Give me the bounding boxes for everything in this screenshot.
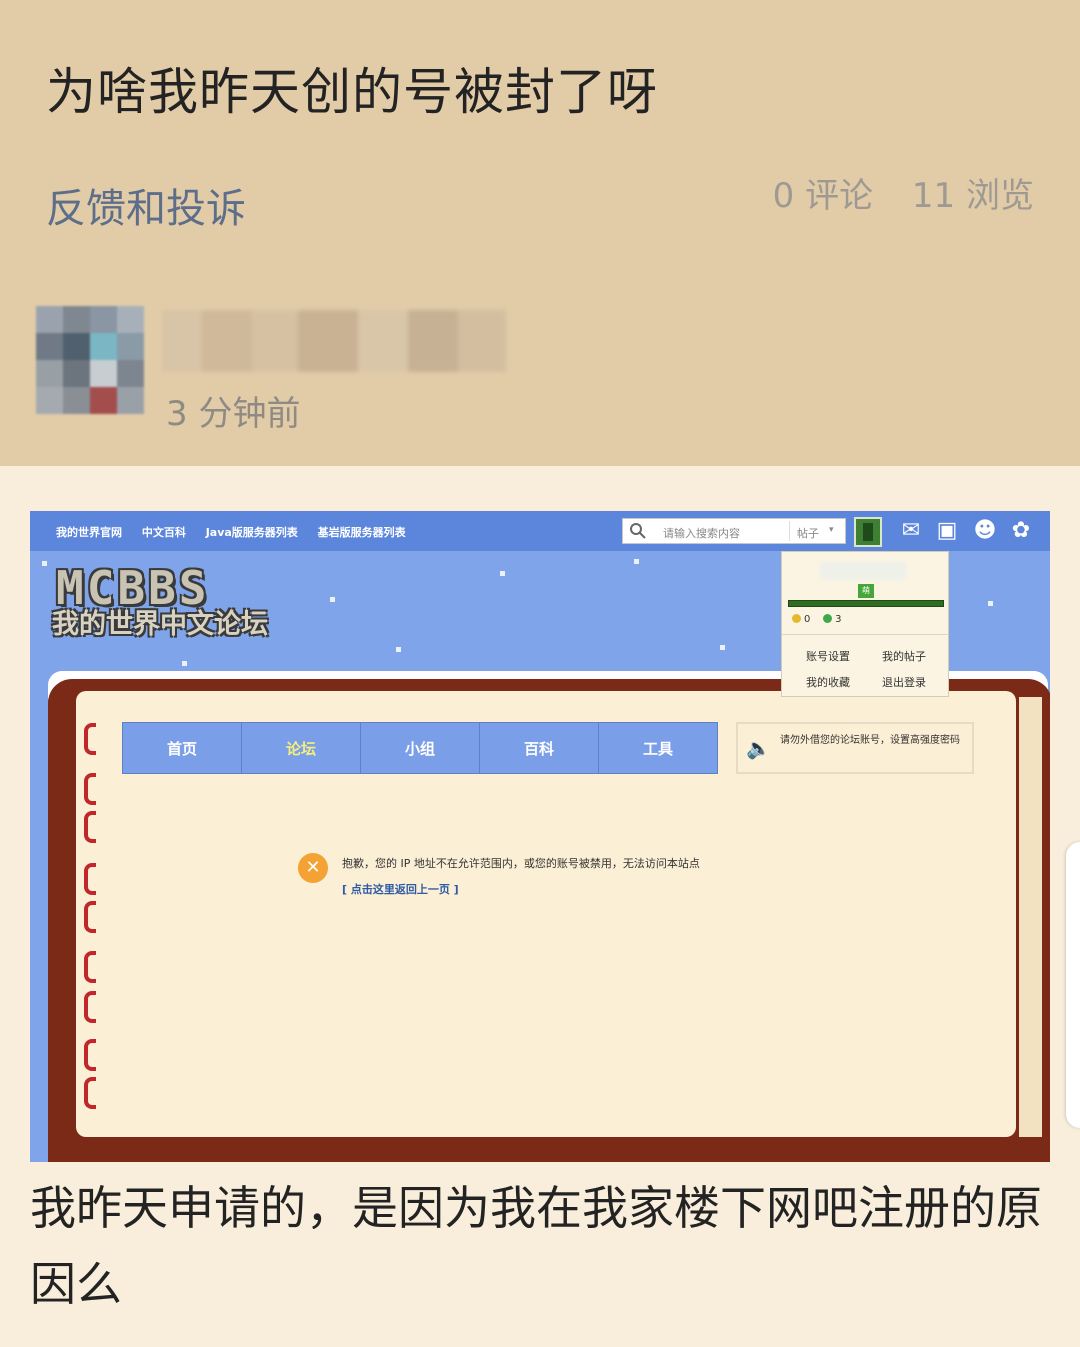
tab-forum: 论坛 — [242, 723, 361, 773]
message-icon: ✉ — [901, 518, 921, 543]
snowflake — [500, 571, 505, 576]
post-title: 为啥我昨天创的号被封了呀 — [46, 63, 658, 121]
user-icon: ☻ — [973, 518, 997, 543]
nav-link-official: 我的世界官网 — [56, 526, 122, 539]
book-frame-bottom — [76, 1137, 1042, 1157]
error-icon: ✕ — [298, 853, 328, 883]
popup-username-redacted — [820, 562, 906, 580]
post-stats: 0 评论 11 浏览 — [745, 168, 1034, 217]
box-icon: ▣ — [936, 518, 958, 543]
logo-sub-text: 我的世界中文论坛 — [52, 609, 268, 640]
palette-icon: ✿ — [1011, 518, 1031, 543]
avatar[interactable] — [36, 306, 144, 414]
snowflake — [330, 597, 335, 602]
binder-ring — [84, 901, 96, 933]
attached-screenshot[interactable]: 我的世界官网 中文百科 Java版服务器列表 基岩版服务器列表 请输入搜索内容 … — [30, 511, 1050, 1162]
emerald-count: 3 — [835, 614, 842, 625]
site-topbar: 我的世界官网 中文百科 Java版服务器列表 基岩版服务器列表 请输入搜索内容 … — [30, 511, 1050, 551]
logo-main-text: MCBBS — [56, 561, 210, 615]
snowflake — [42, 561, 47, 566]
account-settings-link: 账号设置 — [806, 650, 850, 663]
snowflake — [988, 601, 993, 606]
snowflake — [720, 645, 725, 650]
tab-wiki: 百科 — [480, 723, 599, 773]
exp-bar — [788, 600, 944, 607]
post-body: 我昨天申请的，是因为我在我家楼下网吧注册的原因么 — [30, 1181, 1042, 1311]
binder-ring — [84, 773, 96, 805]
site-search: 请输入搜索内容 帖子 ▾ — [622, 518, 846, 544]
binder-ring — [84, 811, 96, 843]
user-popup: 萌 0 3 账号设置 我的帖子 我的收藏 退出登录 — [781, 551, 949, 697]
binder-ring — [84, 1039, 96, 1071]
snowflake — [396, 647, 401, 652]
my-posts-link: 我的帖子 — [882, 650, 926, 663]
mcbbs-logo: MCBBS 我的世界中文论坛 — [52, 565, 288, 645]
category-link[interactable]: 反馈和投诉 — [46, 176, 246, 234]
view-count: 11 浏览 — [911, 176, 1034, 216]
search-placeholder: 请输入搜索内容 — [663, 527, 740, 540]
speaker-icon: 🔈 — [746, 736, 771, 760]
logout-link: 退出登录 — [882, 676, 926, 689]
search-icon — [630, 523, 646, 539]
chevron-down-icon: ▾ — [829, 525, 834, 535]
post-header: 为啥我昨天创的号被封了呀 反馈和投诉 0 评论 11 浏览 3 分钟前 — [0, 0, 1080, 466]
search-divider — [789, 521, 790, 541]
gold-nugget-icon — [792, 614, 801, 623]
my-favorites-link: 我的收藏 — [806, 676, 850, 689]
binder-ring — [84, 951, 96, 983]
snowflake — [182, 661, 187, 666]
site-user-avatar — [854, 517, 882, 547]
nav-link-bedrock-servers: 基岩版服务器列表 — [317, 526, 406, 539]
tab-home: 首页 — [123, 723, 242, 773]
search-scope: 帖子 — [797, 527, 819, 540]
tab-groups: 小组 — [361, 723, 480, 773]
site-nav: 我的世界官网 中文百科 Java版服务器列表 基岩版服务器列表 — [56, 524, 422, 540]
emerald-icon — [823, 614, 833, 623]
binder-ring — [84, 723, 96, 755]
currency-row: 0 3 — [792, 614, 841, 625]
nav-link-java-servers: Java版服务器列表 — [205, 526, 298, 539]
error-message: 抱歉，您的 IP 地址不在允许范围内，或您的账号被禁用，无法访问本站点 — [342, 857, 700, 870]
popup-divider — [782, 634, 948, 635]
comment-count[interactable]: 0 评论 — [773, 176, 873, 216]
book-page-edge — [1016, 697, 1042, 1137]
post-time: 3 分钟前 — [166, 394, 301, 434]
notice-text: 请勿外借您的论坛账号，设置高强度密码 — [780, 735, 960, 746]
tab-tools: 工具 — [642, 740, 673, 758]
forum-tabs: 首页 论坛 小组 百科 工具 — [122, 722, 718, 774]
side-edge-handle[interactable] — [1066, 842, 1080, 1128]
gold-count: 0 — [804, 614, 811, 625]
user-level-badge: 萌 — [858, 584, 874, 598]
binder-ring — [84, 991, 96, 1023]
binder-ring — [84, 863, 96, 895]
snowflake — [634, 559, 639, 564]
back-link: [ 点击这里返回上一页 ] — [342, 883, 459, 896]
username-redacted[interactable] — [162, 310, 506, 372]
notice-banner: 🔈 请勿外借您的论坛账号，设置高强度密码 — [736, 722, 974, 774]
binder-ring — [84, 1077, 96, 1109]
nav-link-wiki: 中文百科 — [141, 526, 186, 539]
